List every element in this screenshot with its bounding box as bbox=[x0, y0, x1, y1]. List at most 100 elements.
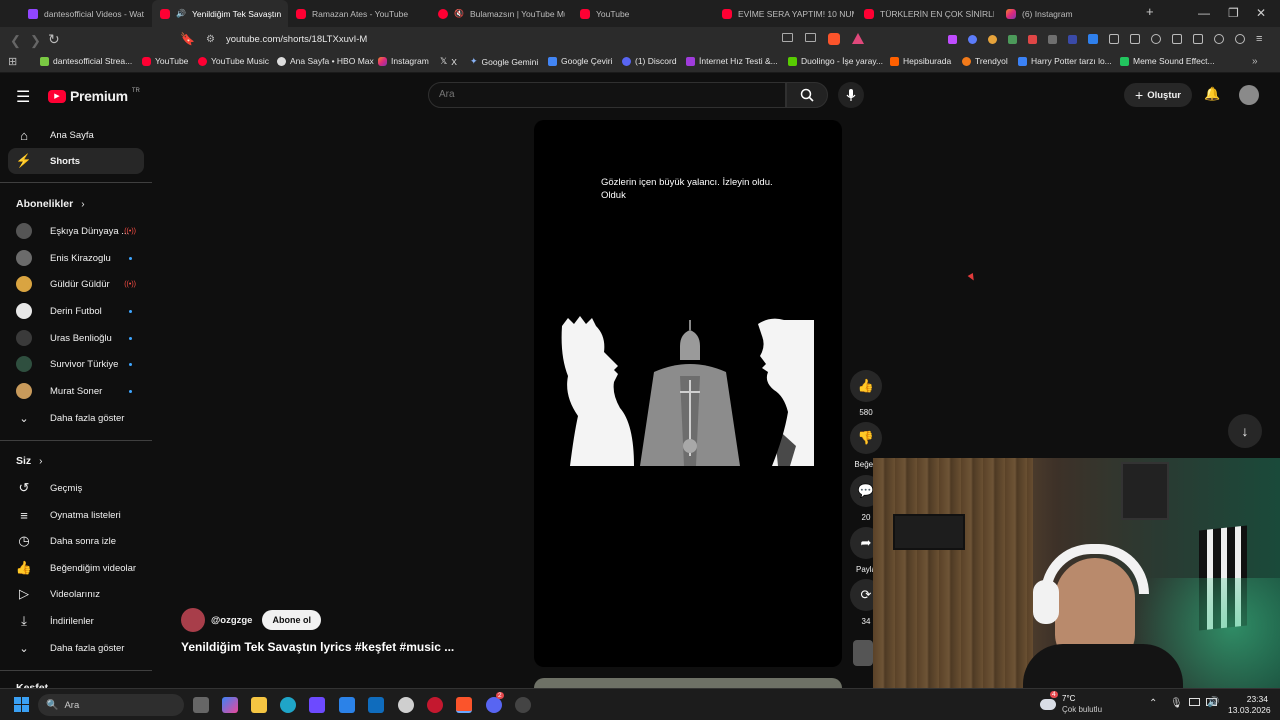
tab-instagram[interactable]: (6) Instagram bbox=[998, 0, 1138, 27]
sidebar-item-your-videos[interactable]: ▷ Videolarınız bbox=[8, 581, 144, 607]
you-header[interactable]: Siz › bbox=[16, 455, 43, 467]
maximize-icon[interactable]: ❐ bbox=[1228, 6, 1239, 20]
sidebar-item-liked[interactable]: 👍 Beğendiğim videolar bbox=[8, 555, 144, 581]
sidebar-item-downloads[interactable]: ⤓ İndirilenler bbox=[8, 608, 144, 634]
youtube-logo[interactable]: ▶ Premium TR bbox=[48, 88, 140, 104]
bookmark-dantesofficial[interactable]: dantesofficial Strea... bbox=[40, 56, 132, 66]
close-window-icon[interactable]: ✕ bbox=[1256, 6, 1266, 20]
short-title[interactable]: Yenildiğim Tek Savaştın lyrics #keşfet #… bbox=[181, 640, 454, 654]
screenshot-icon[interactable] bbox=[1130, 34, 1140, 44]
tab-turklerin[interactable]: TÜRKLERİN EN ÇOK SİNİRLENI bbox=[856, 0, 994, 27]
volume-tray-icon[interactable]: 🔊 bbox=[1207, 697, 1219, 708]
channel-avatar[interactable] bbox=[181, 608, 205, 632]
vpn-shield-icon[interactable] bbox=[1235, 34, 1245, 44]
opera-gx-icon[interactable] bbox=[427, 697, 443, 713]
tab-ramazan[interactable]: Ramazan Ates - YouTube bbox=[288, 0, 428, 27]
search-button[interactable] bbox=[786, 82, 828, 108]
search-input[interactable] bbox=[439, 89, 769, 100]
weather-widget[interactable]: 7°C Çok bulutlu bbox=[1040, 693, 1102, 715]
bookmark-gemini[interactable]: ✦ Google Gemini bbox=[470, 56, 538, 67]
subscription-enis[interactable]: Enis Kirazoglu bbox=[8, 245, 144, 271]
clock[interactable]: 23:34 13.03.2026 bbox=[1228, 694, 1271, 716]
cast-icon[interactable] bbox=[782, 33, 793, 42]
tab-youtube[interactable]: YouTube bbox=[572, 0, 712, 27]
sidebar-panel-icon[interactable] bbox=[1088, 34, 1098, 44]
site-info-icon[interactable]: ⚙ bbox=[206, 34, 215, 45]
bookmark-discord[interactable]: (1) Discord bbox=[622, 56, 677, 66]
bookmark-duolingo[interactable]: Duolingo - İşe yaray... bbox=[788, 56, 883, 66]
sidebar-item-shorts[interactable]: ⚡ Shorts bbox=[8, 148, 144, 174]
show-more-subscriptions[interactable]: ⌄ Daha fazla göster bbox=[8, 405, 144, 431]
edge-icon[interactable] bbox=[280, 697, 296, 713]
subscription-guldur[interactable]: Güldür Güldür ((•)) bbox=[8, 271, 144, 297]
voice-search-button[interactable] bbox=[838, 82, 864, 108]
tab-bulamazsin[interactable]: 🔇 Bulamazsın | YouTube Mu bbox=[430, 0, 565, 27]
bookmark-meme-sound[interactable]: Meme Sound Effect... bbox=[1120, 56, 1215, 66]
sidebar-toggle-icon[interactable] bbox=[1172, 34, 1182, 44]
file-explorer-icon[interactable] bbox=[251, 697, 267, 713]
forward-icon[interactable]: ❯ bbox=[30, 33, 41, 49]
dislike-button[interactable]: 👎 bbox=[850, 422, 882, 454]
url-field[interactable]: youtube.com/shorts/18LTXxuvI-M bbox=[226, 34, 367, 45]
bookmark-hepsiburada[interactable]: Hepsiburada bbox=[890, 56, 951, 66]
notifications-bell-icon[interactable]: 🔔 bbox=[1204, 86, 1220, 102]
tab-yenildigim[interactable]: 🔊 Yenildiğim Tek Savaştın ✕ bbox=[152, 0, 288, 27]
bookmark-hbo-max[interactable]: Ana Sayfa • HBO Max bbox=[277, 56, 374, 66]
bookmark-youtube[interactable]: YouTube bbox=[142, 56, 188, 66]
ext-gamepad-icon[interactable] bbox=[1068, 35, 1077, 44]
sidebar-item-history[interactable]: ↺ Geçmiş bbox=[8, 475, 144, 501]
music-icon[interactable] bbox=[1151, 34, 1161, 44]
show-more-you[interactable]: ⌄ Daha fazla göster bbox=[8, 635, 144, 661]
bookmark-youtube-music[interactable]: YouTube Music bbox=[198, 56, 269, 66]
subscription-murat-soner[interactable]: Murat Soner bbox=[8, 378, 144, 404]
sidebar-item-home[interactable]: ⌂ Ana Sayfa bbox=[8, 122, 144, 148]
brave-shield-icon[interactable] bbox=[828, 33, 840, 45]
bookmark-speedtest[interactable]: İnternet Hız Testi &... bbox=[686, 56, 778, 66]
minimize-icon[interactable]: — bbox=[1198, 6, 1210, 20]
subscription-eskiya[interactable]: Eşkıya Dünyaya ... ((•)) bbox=[8, 218, 144, 244]
short-video-player[interactable]: Gözlerin içen büyük yalancı. İzleyin old… bbox=[534, 120, 842, 667]
proton-vpn-icon[interactable] bbox=[309, 697, 325, 713]
like-button[interactable]: 👍 bbox=[850, 370, 882, 402]
share-icon[interactable] bbox=[805, 33, 816, 42]
ext-stats-icon[interactable] bbox=[1048, 35, 1057, 44]
steam-icon[interactable] bbox=[398, 697, 414, 713]
discord-icon[interactable] bbox=[486, 697, 502, 713]
subscription-uras[interactable]: Uras Benlioğlu bbox=[8, 325, 144, 351]
brave-icon[interactable] bbox=[456, 697, 472, 713]
new-tab-icon[interactable]: + bbox=[1146, 4, 1154, 19]
sound-thumbnail[interactable] bbox=[853, 640, 873, 666]
sidebar-item-playlists[interactable]: ≡ Oynatma listeleri bbox=[8, 502, 144, 528]
taskbar-search[interactable]: 🔍 Ara bbox=[38, 694, 184, 716]
ext-pen-icon[interactable] bbox=[948, 35, 957, 44]
copilot-icon[interactable] bbox=[222, 697, 238, 713]
outlook-icon[interactable] bbox=[368, 697, 384, 713]
bookmark-x[interactable]: 𝕏X bbox=[440, 56, 457, 67]
account-avatar[interactable] bbox=[1239, 85, 1259, 105]
bookmark-page-icon[interactable]: 🔖 bbox=[180, 32, 195, 46]
create-button[interactable]: + Oluştur bbox=[1124, 83, 1192, 107]
tab-evime-sera[interactable]: EVİME SERA YAPTIM! 10 NUM bbox=[714, 0, 854, 27]
subscriptions-header[interactable]: Abonelikler › bbox=[16, 198, 85, 210]
subscription-derin-futbol[interactable]: Derin Futbol bbox=[8, 298, 144, 324]
back-icon[interactable]: ❮ bbox=[10, 33, 21, 49]
channel-handle[interactable]: @ozgzge bbox=[211, 615, 252, 626]
sidebar-item-watch-later[interactable]: ◷ Daha sonra izle bbox=[8, 528, 144, 554]
reload-icon[interactable]: ↻ bbox=[48, 31, 60, 48]
obs-icon[interactable] bbox=[515, 697, 531, 713]
tray-chevron-up-icon[interactable]: ⌃ bbox=[1149, 698, 1157, 709]
tab-dantesofficial[interactable]: dantesofficial Videos - Wat bbox=[20, 0, 152, 27]
task-view-icon[interactable] bbox=[193, 697, 209, 713]
leo-ai-icon[interactable] bbox=[1214, 34, 1224, 44]
bookmark-translate[interactable]: Google Çeviri bbox=[548, 56, 613, 66]
brave-rewards-icon[interactable] bbox=[852, 33, 864, 44]
ext-tree-icon[interactable] bbox=[1008, 35, 1017, 44]
ms-store-icon[interactable] bbox=[339, 697, 355, 713]
display-tray-icon[interactable] bbox=[1189, 698, 1200, 706]
menu-icon[interactable]: ≡ bbox=[1256, 34, 1262, 45]
ext-flag-icon[interactable] bbox=[1028, 35, 1037, 44]
wallet-icon[interactable] bbox=[1193, 34, 1203, 44]
apps-grid-icon[interactable]: ⊞ bbox=[8, 55, 17, 68]
microphone-tray-icon[interactable]: 🎙 bbox=[1170, 698, 1183, 709]
bookmark-instagram[interactable]: Instagram bbox=[378, 56, 429, 66]
